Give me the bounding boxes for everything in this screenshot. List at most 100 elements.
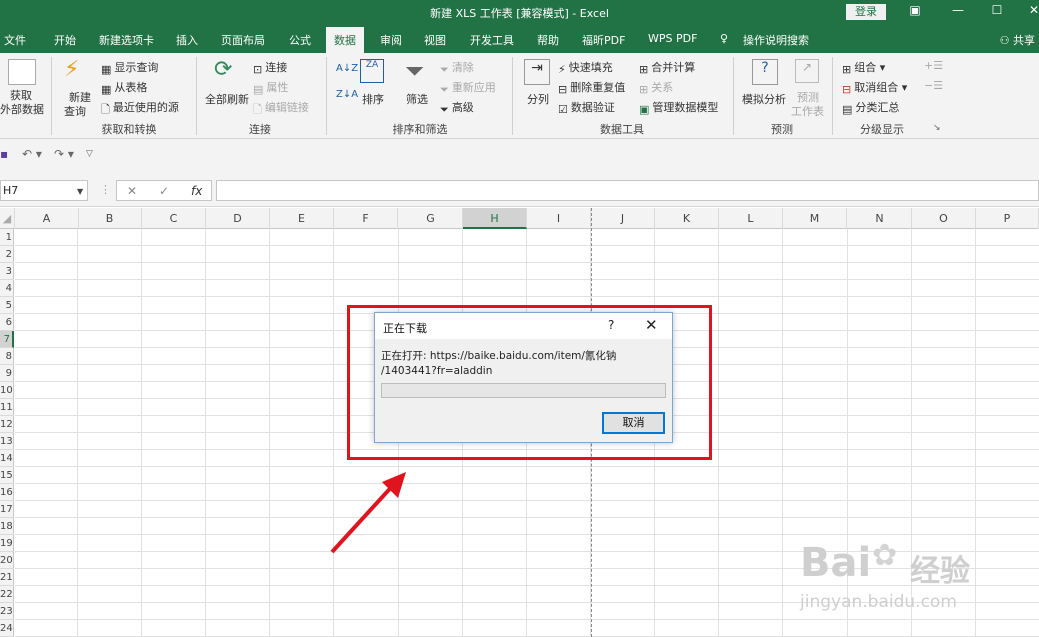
row-header[interactable]: 7 bbox=[0, 331, 14, 348]
manage-data-model-button[interactable]: ▣ 管理数据模型 bbox=[639, 99, 718, 116]
help-icon[interactable]: ? bbox=[608, 318, 614, 332]
row-header[interactable]: 2 bbox=[0, 246, 14, 263]
advanced-filter-button[interactable]: ⏷ 高级 bbox=[440, 99, 474, 117]
close-icon[interactable]: ✕ bbox=[645, 316, 658, 334]
flash-fill-button[interactable]: ⚡ 快速填充 bbox=[558, 59, 613, 76]
sort-desc-icon[interactable]: Z↓A bbox=[336, 89, 358, 100]
new-query-line2[interactable]: 查询 bbox=[64, 103, 86, 119]
share-button[interactable]: ⚇ 共享 bbox=[1000, 32, 1035, 48]
consolidate-button[interactable]: ⊞ 合并计算 bbox=[639, 59, 695, 76]
show-detail-icon[interactable]: +☰ bbox=[924, 59, 943, 72]
remove-duplicates-button[interactable]: ⊟ 删除重复值 bbox=[558, 79, 625, 96]
row-header[interactable]: 4 bbox=[0, 280, 14, 297]
row-header[interactable]: 5 bbox=[0, 297, 14, 314]
forecast-sheet-line2[interactable]: 工作表 bbox=[791, 103, 824, 119]
refresh-all-button[interactable]: 全部刷新 bbox=[205, 91, 249, 107]
row-header[interactable]: 13 bbox=[0, 433, 14, 450]
row-header[interactable]: 14 bbox=[0, 450, 14, 467]
column-header[interactable]: C bbox=[142, 208, 206, 229]
column-header[interactable]: K bbox=[655, 208, 719, 229]
column-header[interactable]: I bbox=[527, 208, 591, 229]
save-icon[interactable]: ▪ bbox=[0, 147, 8, 161]
ungroup-button[interactable]: ⊟ 取消组合 ▾ bbox=[842, 79, 907, 96]
close-window-icon[interactable]: ✕ bbox=[1024, 3, 1039, 17]
row-header[interactable]: 1 bbox=[0, 229, 14, 246]
cancel-button[interactable]: 取消 bbox=[602, 412, 665, 434]
column-header[interactable]: M bbox=[783, 208, 847, 229]
show-query-button[interactable]: ▦ 显示查询 bbox=[101, 59, 158, 76]
row-header[interactable]: 17 bbox=[0, 501, 14, 518]
cancel-icon[interactable]: ✕ bbox=[127, 184, 137, 198]
maximize-icon[interactable]: ☐ bbox=[987, 3, 1007, 17]
tab-page-layout[interactable]: 页面布局 bbox=[221, 32, 265, 48]
login-button[interactable]: 登录 bbox=[846, 4, 886, 20]
row-header[interactable]: 18 bbox=[0, 518, 14, 535]
what-if-analysis-button[interactable]: 模拟分析 bbox=[742, 91, 786, 107]
column-header[interactable]: D bbox=[206, 208, 270, 229]
group-button[interactable]: ⊞ 组合 ▾ bbox=[842, 59, 885, 76]
tab-wps-pdf[interactable]: WPS PDF bbox=[648, 32, 697, 45]
filter-button[interactable]: 筛选 bbox=[406, 91, 428, 107]
clear-filter-button[interactable]: ⏷ 清除 bbox=[440, 59, 474, 77]
row-header[interactable]: 24 bbox=[0, 620, 14, 637]
from-table-button[interactable]: ▦ 从表格 bbox=[101, 79, 147, 96]
row-header[interactable]: 3 bbox=[0, 263, 14, 280]
row-header[interactable]: 12 bbox=[0, 416, 14, 433]
row-header[interactable]: 19 bbox=[0, 535, 14, 552]
column-header[interactable]: O bbox=[912, 208, 976, 229]
row-header[interactable]: 15 bbox=[0, 467, 14, 484]
row-header[interactable]: 16 bbox=[0, 484, 14, 501]
column-header[interactable]: N bbox=[848, 208, 912, 229]
select-all-corner[interactable]: ◢ bbox=[0, 208, 15, 229]
column-header[interactable]: H bbox=[463, 208, 527, 229]
row-header[interactable]: 9 bbox=[0, 365, 14, 382]
column-header[interactable]: J bbox=[591, 208, 655, 229]
row-header[interactable]: 10 bbox=[0, 382, 14, 399]
data-validation-button[interactable]: ☑ 数据验证 bbox=[558, 99, 615, 116]
row-header[interactable]: 11 bbox=[0, 399, 14, 416]
formula-input[interactable] bbox=[216, 180, 1039, 201]
hide-detail-icon[interactable]: −☰ bbox=[924, 79, 943, 92]
row-header[interactable]: 21 bbox=[0, 569, 14, 586]
column-header[interactable]: F bbox=[334, 208, 398, 229]
column-header[interactable]: E bbox=[270, 208, 334, 229]
sort-asc-icon[interactable]: A↓Z bbox=[336, 63, 358, 74]
row-header[interactable]: 23 bbox=[0, 603, 14, 620]
tab-developer[interactable]: 开发工具 bbox=[470, 32, 514, 48]
tab-formulas[interactable]: 公式 bbox=[289, 32, 311, 48]
customize-toolbar-icon[interactable]: ▽ bbox=[86, 149, 93, 159]
undo-icon[interactable]: ↶ ▾ bbox=[22, 147, 42, 161]
redo-icon[interactable]: ↷ ▾ bbox=[54, 147, 74, 161]
minimize-icon[interactable]: — bbox=[948, 3, 968, 17]
tab-foxit-pdf[interactable]: 福昕PDF bbox=[582, 32, 625, 48]
get-external-data-line2[interactable]: 外部数据 bbox=[0, 101, 44, 117]
sort-button[interactable]: 排序 bbox=[362, 91, 384, 107]
connections-button[interactable]: ⊡ 连接 bbox=[253, 59, 287, 76]
tell-me-search[interactable]: 操作说明搜索 bbox=[743, 32, 809, 48]
tab-help[interactable]: 帮助 bbox=[537, 32, 559, 48]
enter-icon[interactable]: ✓ bbox=[159, 184, 169, 198]
row-header[interactable]: 22 bbox=[0, 586, 14, 603]
column-header[interactable]: B bbox=[78, 208, 142, 229]
edit-links-button[interactable]: 🗋 编辑链接 bbox=[253, 99, 309, 120]
tab-home[interactable]: 开始 bbox=[54, 32, 76, 48]
column-header[interactable]: L bbox=[719, 208, 783, 229]
column-header[interactable]: P bbox=[976, 208, 1039, 229]
text-to-columns-button[interactable]: 分列 bbox=[527, 91, 549, 107]
tab-view[interactable]: 视图 bbox=[424, 32, 446, 48]
tab-data[interactable]: 数据 bbox=[326, 27, 364, 53]
tab-insert[interactable]: 插入 bbox=[176, 32, 198, 48]
recent-sources-button[interactable]: 🗋 最近使用的源 bbox=[101, 99, 179, 120]
row-header[interactable]: 8 bbox=[0, 348, 14, 365]
row-header[interactable]: 6 bbox=[0, 314, 14, 331]
relationships-button[interactable]: ⊞ 关系 bbox=[639, 79, 673, 96]
reapply-button[interactable]: ⏷ 重新应用 bbox=[440, 79, 496, 97]
dialog-launcher-icon[interactable]: ↘ bbox=[933, 123, 941, 133]
tab-file[interactable]: 文件 bbox=[4, 32, 26, 48]
column-header[interactable]: G bbox=[399, 208, 463, 229]
ribbon-display-options-icon[interactable]: ▣ bbox=[905, 3, 925, 17]
chevron-down-icon[interactable]: ▼ bbox=[77, 187, 83, 196]
name-box[interactable]: H7 ▼ bbox=[0, 180, 88, 201]
properties-button[interactable]: ▤ 属性 bbox=[253, 79, 288, 96]
tab-review[interactable]: 审阅 bbox=[380, 32, 402, 48]
